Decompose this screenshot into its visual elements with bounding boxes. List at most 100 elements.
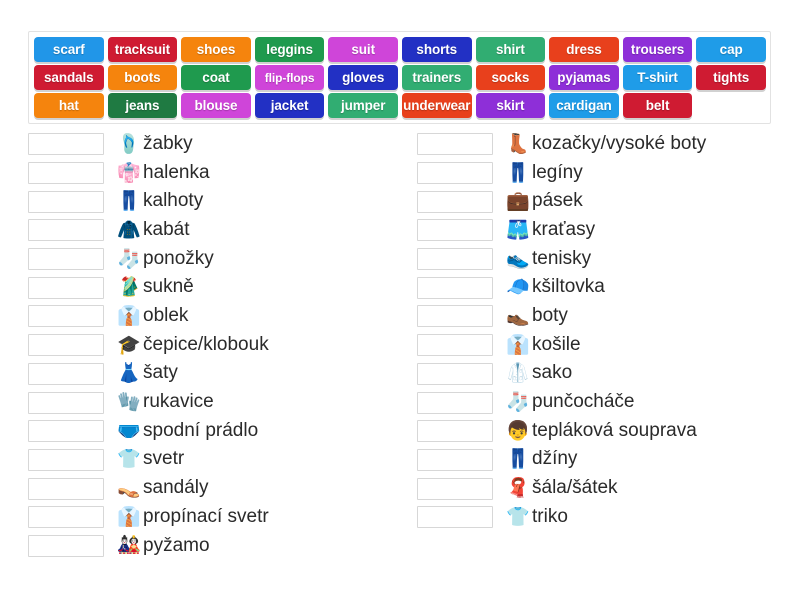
answer-drop-slot[interactable] [28,391,104,414]
cap-icon: 🧢 [506,277,530,299]
answer-item-label: halenka [143,161,210,183]
word-tile-trainers[interactable]: trainers [401,65,472,90]
answer-row: 🎓 čepice/klobouk [28,331,383,360]
answer-drop-slot[interactable] [417,133,493,156]
answer-item: 🧤 rukavice [116,391,214,413]
answer-drop-slot[interactable] [28,190,104,213]
answer-item: 🩲 spodní prádlo [116,420,258,442]
answer-item: 👔 oblek [116,305,188,327]
answer-item: 🎓 čepice/klobouk [116,334,269,356]
answer-drop-slot[interactable] [417,477,493,500]
word-tile-underwear[interactable]: underwear [401,93,472,118]
answer-item-label: rukavice [143,391,214,413]
answer-item-label: sukně [143,276,194,298]
answer-drop-slot[interactable] [417,162,493,185]
word-tile-tracksuit[interactable]: tracksuit [107,37,178,62]
word-tile-jumper[interactable]: jumper [328,93,398,118]
answer-row: 👔 propínací svetr [28,503,383,532]
answer-drop-slot[interactable] [28,477,104,500]
answer-drop-slot[interactable] [28,534,104,557]
word-tile-flip-flops[interactable]: flip-flops [254,65,325,90]
word-tile-t-shirt[interactable]: T-shirt [622,65,693,90]
trainers-icon: 👟 [506,248,530,270]
word-tile-hat[interactable]: hat [34,93,104,118]
word-tile-jacket[interactable]: jacket [254,93,325,118]
word-tile-trousers[interactable]: trousers [622,37,693,62]
word-tile-coat[interactable]: coat [181,65,251,90]
answer-drop-slot[interactable] [417,305,493,328]
answer-drop-slot[interactable] [28,506,104,529]
word-tile-blouse[interactable]: blouse [181,93,251,118]
answer-column-right: 👢 kozačky/vysoké boty 👖 legíny 💼 pásek 🩳 kraťas… [417,130,772,560]
answer-drop-slot[interactable] [417,219,493,242]
answer-item: 🥼 sako [505,362,572,384]
answer-item: 👖 džíny [505,449,577,470]
word-tile-gloves[interactable]: gloves [328,65,398,90]
word-tile-dress[interactable]: dress [549,37,619,62]
answer-item: 🎎 pyžamo [116,535,209,557]
word-tile-shorts[interactable]: shorts [401,37,472,62]
answer-drop-slot[interactable] [417,391,493,414]
word-tile-pyjamas[interactable]: pyjamas [549,65,619,90]
answer-item: 👕 svetr [116,449,184,470]
word-tile-shirt[interactable]: shirt [475,37,546,62]
answer-item: 🩳 kraťasy [505,219,595,241]
answer-item: 👢 kozačky/vysoké boty [505,133,706,155]
answer-drop-slot[interactable] [28,162,104,185]
word-tile-skirt[interactable]: skirt [475,93,546,118]
word-tile-belt[interactable]: belt [622,93,693,118]
word-tile-sandals[interactable]: sandals [34,65,104,90]
word-bank-row: scarf tracksuit shoes leggins suit shorts shir… [34,37,766,62]
answer-row: 🩳 kraťasy [417,216,772,245]
answer-drop-slot[interactable] [28,248,104,271]
answer-drop-slot[interactable] [417,276,493,299]
answer-item: 👗 šaty [116,362,178,384]
answer-drop-slot[interactable] [28,334,104,357]
socks-icon: 🧦 [117,248,141,270]
word-tile-cardigan[interactable]: cardigan [549,93,619,118]
answer-drop-slot[interactable] [417,362,493,385]
word-tile-jeans[interactable]: jeans [107,93,178,118]
answer-drop-slot[interactable] [417,190,493,213]
answer-item-label: legíny [532,161,583,183]
word-tile-scarf[interactable]: scarf [34,37,104,62]
answer-drop-slot[interactable] [417,506,493,529]
word-tile-tights[interactable]: tights [696,65,766,90]
word-tile-socks[interactable]: socks [475,65,546,90]
cardigan-icon: 👔 [117,506,141,528]
answer-drop-slot[interactable] [28,305,104,328]
answer-item-label: tenisky [532,247,592,269]
answer-drop-slot[interactable] [417,248,493,271]
word-tile-shoes[interactable]: shoes [181,37,251,62]
answer-item: 🥻 sukně [116,276,194,298]
answer-row: 🥻 sukně [28,273,383,302]
tracksuit-icon: 👦 [506,420,530,442]
answer-row: 🧣 šála/šátek [417,474,772,503]
answer-drop-slot[interactable] [28,448,104,471]
answer-drop-slot[interactable] [417,448,493,471]
word-tile-cap[interactable]: cap [696,37,766,62]
word-tile-leggins[interactable]: leggins [254,37,325,62]
answer-drop-slot[interactable] [28,133,104,156]
answer-drop-slot[interactable] [28,420,104,443]
answer-item: 🩴 žabky [116,133,192,155]
answer-row: 🩴 žabky [28,130,383,159]
answer-drop-slot[interactable] [417,334,493,357]
answer-item: 👞 boty [505,305,568,327]
answer-item-label: ponožky [143,247,214,269]
answer-drop-slot[interactable] [28,276,104,299]
answer-row: 👖 džíny [417,446,772,475]
answer-row: 👟 tenisky [417,245,772,274]
word-tile-empty [696,93,766,118]
word-tile-suit[interactable]: suit [328,37,398,62]
answer-row: 👖 legíny [417,159,772,188]
answer-item-label: propínací svetr [143,505,269,527]
answer-row: 🧦 punčocháče [417,388,772,417]
answer-drop-slot[interactable] [28,362,104,385]
word-tile-boots[interactable]: boots [107,65,178,90]
answer-drop-slot[interactable] [417,420,493,443]
answer-item-label: pásek [532,190,583,212]
answer-row: 👢 kozačky/vysoké boty [417,130,772,159]
answer-row: 👞 boty [417,302,772,331]
answer-drop-slot[interactable] [28,219,104,242]
